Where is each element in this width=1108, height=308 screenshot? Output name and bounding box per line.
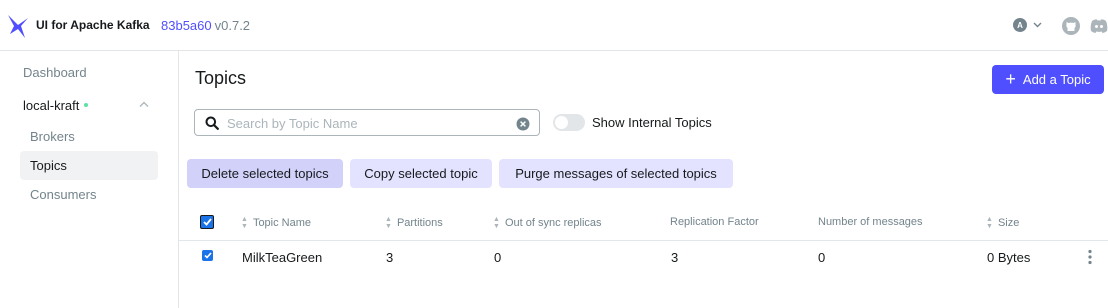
add-topic-label: Add a Topic (1022, 72, 1091, 87)
sidebar-item-dashboard[interactable]: Dashboard (23, 65, 87, 80)
row-checkbox[interactable] (202, 250, 213, 261)
top-bar: UI for Apache Kafka 83b5a60 v0.7.2 A (0, 0, 1108, 51)
column-label: Number of messages (818, 216, 923, 228)
column-label: Out of sync replicas (504, 217, 602, 229)
column-label: Partitions (396, 217, 443, 229)
kafka-logo-icon[interactable] (7, 13, 29, 39)
column-number-of-messages: Number of messages (818, 216, 923, 228)
more-options-icon[interactable] (1087, 249, 1093, 265)
cluster-status-icon (84, 102, 89, 107)
column-out-of-sync-replicas[interactable]: ▲ ▼ Out of sync replicas (493, 216, 602, 230)
cell-replication-factor: 3 (671, 250, 679, 265)
show-internal-topics-toggle[interactable] (553, 114, 585, 131)
column-label: Replication Factor (670, 216, 759, 228)
cell-messages: 0 (818, 250, 826, 265)
sidebar-cluster-local-kraft[interactable]: local-kraft (23, 98, 89, 113)
show-internal-topics-label: Show Internal Topics (592, 115, 712, 130)
user-menu[interactable]: A (1013, 18, 1042, 32)
cluster-name: local-kraft (23, 98, 80, 113)
column-label: Size (997, 217, 1020, 229)
page-title: Topics (195, 68, 247, 88)
column-size[interactable]: ▲ ▼ Size (986, 216, 1019, 230)
sort-icon: ▲ ▼ (493, 216, 500, 230)
chevron-up-icon[interactable] (139, 101, 149, 108)
copy-selected-topic-button[interactable]: Copy selected topic (350, 159, 492, 188)
search-input[interactable] (227, 114, 507, 132)
select-all-checkbox[interactable] (200, 215, 214, 229)
column-topic-name[interactable]: ▲ ▼ Topic Name (241, 216, 311, 230)
column-replication-factor: Replication Factor (670, 216, 759, 228)
sidebar: Dashboard local-kraft Brokers Topics Con… (0, 51, 179, 308)
purge-messages-button[interactable]: Purge messages of selected topics (499, 159, 733, 188)
version-label: v0.7.2 (214, 18, 251, 33)
column-label: Topic Name (252, 217, 312, 229)
sort-icon: ▲ ▼ (385, 216, 392, 230)
cell-out-of-sync: 0 (494, 250, 502, 265)
search-box (194, 109, 540, 136)
column-partitions[interactable]: ▲ ▼ Partitions (385, 216, 443, 230)
chevron-down-icon (1033, 22, 1042, 28)
table-header: ▲ ▼ Topic Name ▲ ▼ Partitions ▲ ▼ Out of sy… (179, 208, 1108, 241)
plus-icon: + (1005, 68, 1016, 89)
cell-size: 0 Bytes (987, 250, 1031, 265)
sidebar-item-consumers[interactable]: Consumers (30, 187, 96, 202)
version-info: 83b5a60 v0.7.2 (161, 18, 250, 33)
sidebar-item-topics[interactable]: Topics (30, 158, 67, 173)
commit-link[interactable]: 83b5a60 (161, 18, 212, 33)
toggle-knob (555, 116, 568, 129)
github-icon[interactable] (1061, 16, 1081, 36)
checkmark-icon (203, 252, 212, 259)
search-icon (205, 116, 219, 130)
topic-name-link[interactable]: MilkTeaGreen (242, 250, 322, 265)
add-topic-button[interactable]: + Add a Topic (992, 65, 1104, 94)
cell-partitions: 3 (386, 250, 394, 265)
sort-icon: ▲ ▼ (986, 216, 993, 230)
delete-selected-topics-button[interactable]: Delete selected topics (187, 159, 343, 188)
brand-name[interactable]: UI for Apache Kafka (36, 18, 150, 32)
sort-icon: ▲ ▼ (241, 216, 248, 230)
checkmark-icon (202, 218, 212, 226)
sidebar-item-brokers[interactable]: Brokers (30, 129, 75, 144)
discord-icon[interactable] (1089, 16, 1108, 36)
table-row[interactable]: MilkTeaGreen 3 0 3 0 0 Bytes (179, 241, 1108, 275)
user-avatar: A (1013, 18, 1027, 32)
clear-search-icon[interactable] (516, 117, 530, 131)
